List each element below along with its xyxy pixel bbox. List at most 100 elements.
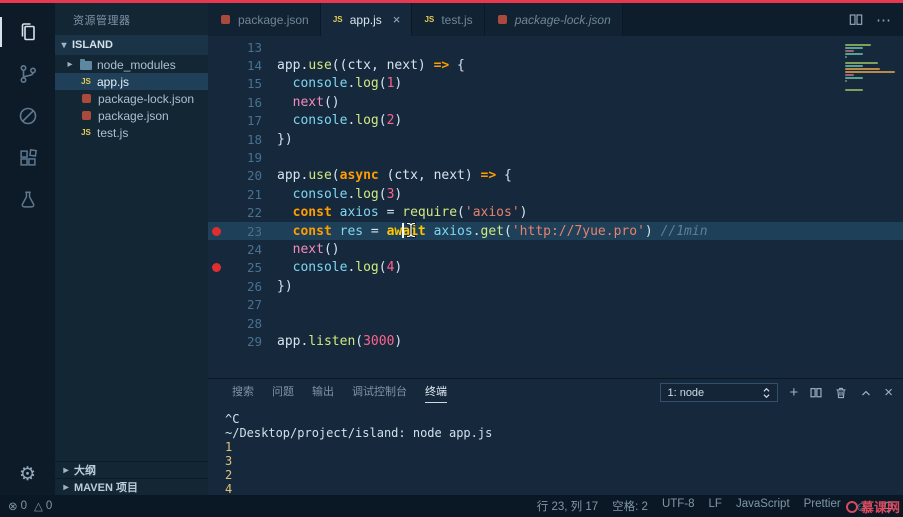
line-number: 19 [246, 150, 262, 166]
section-label: ISLAND [72, 39, 113, 51]
code-line-16[interactable]: 16 next() [208, 93, 903, 111]
js-file-icon: JS [332, 15, 343, 24]
split-editor-icon[interactable] [848, 12, 864, 28]
code-line-24[interactable]: 24 next() [208, 240, 903, 258]
section-label: MAVEN 项目 [74, 482, 138, 494]
line-number: 29 [246, 333, 262, 349]
panel-tab-问题[interactable]: 问题 [272, 383, 294, 403]
new-terminal-button[interactable]: + [789, 385, 798, 400]
code-line-19[interactable]: 19 [208, 148, 903, 166]
chevron-up-icon [862, 390, 871, 396]
status-item[interactable]: 行 23, 列 17 [537, 498, 598, 514]
main-area: ⚙ 资源管理器 ▾ ISLAND ▸ node_modules JS app.js pa… [0, 3, 903, 495]
status-item[interactable]: UTF-8 [662, 498, 695, 514]
code-line-13[interactable]: 13 [208, 38, 903, 56]
panel-tab-终端[interactable]: 终端 [425, 383, 447, 403]
code-line-21[interactable]: 21 console.log(3) [208, 185, 903, 203]
activity-extensions[interactable] [0, 137, 55, 179]
code-line-20[interactable]: 20 app.use(async (ctx, next) => { [208, 167, 903, 185]
more-actions-icon[interactable]: ⋯ [876, 11, 891, 29]
code-line-25[interactable]: 25 console.log(4) [208, 259, 903, 277]
code-editor[interactable]: 13 14 app.use((ctx, next) => {15 console.l… [208, 36, 903, 378]
vscode-window: ⚙ 资源管理器 ▾ ISLAND ▸ node_modules JS app.js pa… [0, 0, 903, 517]
status-right: 行 23, 列 17 空格: 2 UTF-8 LF JavaScript Prettier… [537, 498, 895, 514]
file-item-package.json[interactable]: package.json [55, 107, 208, 124]
code-line-22[interactable]: 22 const axios = require('axios') [208, 204, 903, 222]
folder-section-header[interactable]: ▾ ISLAND [55, 35, 208, 55]
watermark-text: 慕课网 [860, 500, 900, 515]
line-number: 25 [246, 260, 262, 276]
line-number: 15 [246, 76, 262, 92]
terminal-picker[interactable]: 1: node [660, 383, 779, 402]
sidebar-section-大纲[interactable]: ▸ 大纲 [55, 461, 208, 478]
line-number: 22 [246, 205, 262, 221]
activity-tests[interactable] [0, 179, 55, 221]
line-number: 21 [246, 186, 262, 202]
panel-tab-搜索[interactable]: 搜索 [232, 383, 254, 403]
warning-icon: △ [34, 501, 43, 513]
code-line-14[interactable]: 14 app.use((ctx, next) => { [208, 56, 903, 74]
recording-progress-bar [0, 0, 903, 3]
close-icon[interactable]: × [393, 12, 401, 27]
chevron-right-icon: ▸ [63, 464, 69, 476]
terminal-output[interactable]: ^C ~/Desktop/project/island: node app.js 1… [208, 406, 903, 495]
file-item-app.js[interactable]: JS app.js [55, 73, 208, 90]
status-item[interactable]: Prettier [804, 498, 841, 514]
activity-disabled[interactable] [0, 95, 55, 137]
text-caret [402, 223, 405, 238]
code-line-27[interactable]: 27 [208, 295, 903, 313]
js-file-icon: JS [81, 77, 91, 86]
problems-status[interactable]: ⊗ 0 △ 0 [8, 499, 52, 513]
file-item-node_modules[interactable]: ▸ node_modules [55, 56, 208, 73]
tab-package.json[interactable]: package.json [208, 3, 321, 36]
kill-terminal-button[interactable] [834, 386, 848, 400]
status-item[interactable]: 空格: 2 [612, 498, 648, 514]
npm-file-icon [221, 15, 230, 24]
line-code: next() [292, 94, 340, 110]
tab-package-lock.json[interactable]: package-lock.json [484, 3, 623, 36]
line-code: console.log(4) [292, 260, 403, 276]
panel-tab-输出[interactable]: 输出 [312, 383, 334, 403]
activity-bar: ⚙ [0, 3, 55, 495]
status-item[interactable]: LF [709, 498, 722, 514]
line-number: 27 [246, 297, 262, 313]
maximize-panel-button[interactable] [859, 386, 873, 400]
minimap[interactable] [845, 41, 897, 91]
breakpoint-dot[interactable] [208, 263, 224, 273]
status-item[interactable]: JavaScript [736, 498, 790, 514]
code-line-26[interactable]: 26}) [208, 277, 903, 295]
tab-label: package-lock.json [514, 12, 611, 27]
settings-gear-icon[interactable]: ⚙ [0, 459, 55, 489]
close-panel-button[interactable]: × [884, 385, 893, 400]
file-item-test.js[interactable]: JS test.js [55, 124, 208, 141]
code-line-17[interactable]: 17 console.log(2) [208, 112, 903, 130]
code-line-18[interactable]: 18}) [208, 130, 903, 148]
tab-test.js[interactable]: JS test.js [412, 3, 485, 36]
activity-explorer[interactable] [0, 11, 55, 53]
npm-file-icon [82, 111, 91, 120]
breakpoint-dot[interactable] [208, 226, 224, 236]
file-label: node_modules [97, 57, 176, 72]
section-label: 大纲 [74, 465, 96, 477]
code-line-28[interactable]: 28 [208, 314, 903, 332]
split-terminal-icon [810, 387, 822, 397]
file-label: package-lock.json [98, 91, 195, 106]
code-line-23[interactable]: 23 const res = await axios.get('http://7… [208, 221, 903, 241]
panel-tab-调试控制台[interactable]: 调试控制台 [352, 383, 407, 403]
flask-icon [21, 191, 34, 208]
line-code: }) [277, 131, 293, 147]
git-branch-icon [20, 64, 36, 84]
code-line-15[interactable]: 15 console.log(1) [208, 75, 903, 93]
sidebar-section-MAVEN 项目[interactable]: ▸ MAVEN 项目 [55, 478, 208, 495]
activity-source-control[interactable] [0, 53, 55, 95]
code-line-29[interactable]: 29 app.listen(3000) [208, 332, 903, 350]
file-tree: ▸ node_modules JS app.js package-lock.json pa… [55, 55, 208, 141]
extensions-icon [19, 149, 37, 166]
tab-app.js[interactable]: JS app.js × [320, 3, 413, 36]
panel-tabs: 搜索 问题 输出 调试控制台 终端 [232, 383, 447, 403]
circle-slash-icon [19, 107, 36, 125]
file-item-package-lock.json[interactable]: package-lock.json [55, 90, 208, 107]
split-terminal-button[interactable] [809, 386, 823, 400]
status-bar: ⊗ 0 △ 0 行 23, 列 17 空格: 2 UTF-8 LF JavaScript… [0, 495, 903, 517]
folder-file-icon [80, 59, 92, 70]
